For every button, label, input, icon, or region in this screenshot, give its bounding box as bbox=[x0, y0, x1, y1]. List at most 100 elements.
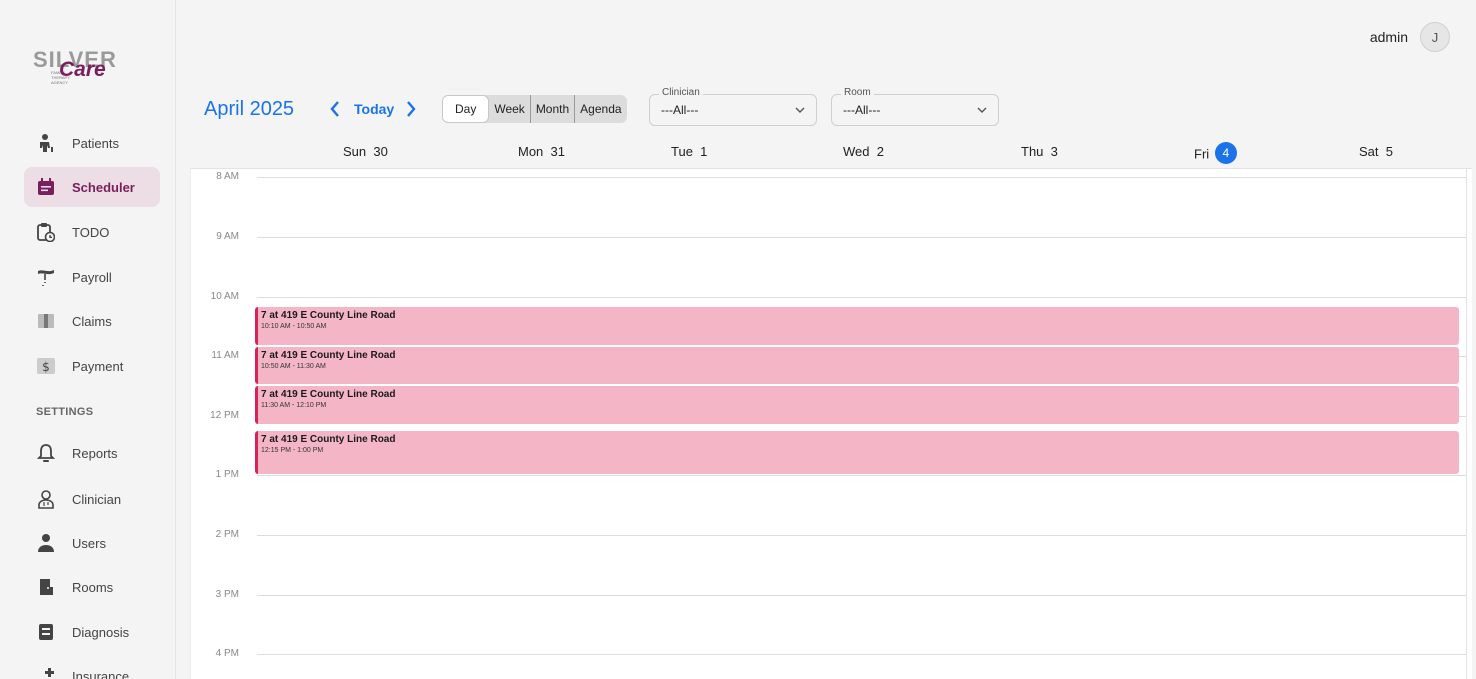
file-icon bbox=[34, 309, 58, 333]
brand-logo[interactable]: SILVER FAMILY THERAPY AGENCY Care bbox=[33, 47, 133, 91]
day-header-dow: Thu bbox=[1021, 144, 1044, 159]
day-header-fri[interactable]: Fri 4 bbox=[1194, 142, 1237, 166]
calendar-event[interactable]: 7 at 419 E County Line Road 12:15 PM - 1… bbox=[255, 431, 1459, 474]
user-icon bbox=[34, 531, 58, 555]
event-time: 12:15 PM - 1:00 PM bbox=[261, 447, 324, 454]
sidebar-item-patients[interactable]: Patients bbox=[24, 123, 160, 163]
sidebar-item-label: Diagnosis bbox=[72, 624, 130, 640]
day-header-dow: Fri bbox=[1194, 146, 1210, 162]
day-header-thu[interactable]: Thu 3 bbox=[1021, 144, 1058, 159]
month-title: April 2025 bbox=[204, 98, 295, 120]
today-button[interactable]: Today bbox=[354, 101, 394, 117]
event-title: 7 at 419 E County Line Road bbox=[261, 389, 396, 400]
clinician-select[interactable]: Clinician ---All--- bbox=[649, 87, 817, 126]
day-header-sat[interactable]: Sat 5 bbox=[1359, 144, 1393, 159]
day-header-date: 3 bbox=[1050, 144, 1058, 159]
user-menu[interactable]: admin J bbox=[1370, 22, 1450, 52]
event-title: 7 at 419 E County Line Road bbox=[261, 434, 396, 445]
event-time: 10:10 AM - 10:50 AM bbox=[261, 323, 327, 330]
avatar[interactable]: J bbox=[1420, 22, 1450, 52]
diagnosis-icon bbox=[34, 620, 58, 644]
view-month-button[interactable]: Month bbox=[531, 95, 576, 123]
today-date-badge: 4 bbox=[1214, 142, 1237, 164]
sidebar-item-reports[interactable]: Reports bbox=[24, 433, 160, 473]
hour-label: 1 PM bbox=[215, 469, 239, 480]
sidebar-item-payment[interactable]: $ Payment bbox=[24, 346, 160, 386]
view-switcher: Day Week Month Agenda bbox=[442, 95, 627, 123]
time-grid[interactable]: 8 AM 9 AM 10 AM 11 AM 12 PM 1 PM 2 PM 3 … bbox=[190, 168, 1472, 679]
room-select[interactable]: Room ---All--- bbox=[831, 87, 999, 126]
day-header-date: 1 bbox=[700, 144, 708, 159]
sidebar-item-diagnosis[interactable]: Diagnosis bbox=[24, 612, 160, 652]
clinician-select-value: ---All--- bbox=[661, 103, 699, 117]
hour-label: 8 AM bbox=[216, 171, 239, 182]
sidebar-item-label: TODO bbox=[72, 224, 110, 240]
calendar-event[interactable]: 7 at 419 E County Line Road 10:50 AM - 1… bbox=[255, 347, 1459, 384]
calendar-event[interactable]: 7 at 419 E County Line Road 11:30 AM - 1… bbox=[255, 386, 1459, 424]
money-hand-icon bbox=[34, 265, 58, 289]
sidebar-item-label: Users bbox=[72, 535, 106, 551]
hour-line bbox=[257, 297, 1466, 298]
day-header-date: 31 bbox=[550, 144, 565, 159]
event-time: 11:30 AM - 12:10 PM bbox=[261, 402, 327, 409]
logo-care: Care bbox=[59, 58, 106, 81]
prev-arrow-icon[interactable] bbox=[328, 98, 342, 126]
hour-label: 4 PM bbox=[215, 648, 239, 659]
day-header-date: 5 bbox=[1385, 144, 1393, 159]
day-header-tue[interactable]: Tue 1 bbox=[671, 144, 707, 159]
hour-line bbox=[257, 177, 1466, 178]
sidebar: SILVER FAMILY THERAPY AGENCY Care Patien… bbox=[0, 0, 176, 679]
sidebar-item-label: Payroll bbox=[72, 269, 112, 285]
event-title: 7 at 419 E County Line Road bbox=[261, 350, 396, 361]
hour-label: 2 PM bbox=[215, 529, 239, 540]
sidebar-item-label: Reports bbox=[72, 445, 118, 461]
view-agenda-button[interactable]: Agenda bbox=[575, 95, 626, 123]
hour-label: 10 AM bbox=[210, 291, 239, 302]
calendar-icon bbox=[34, 175, 58, 199]
sidebar-item-payroll[interactable]: Payroll bbox=[24, 257, 160, 297]
day-header-sun[interactable]: Sun 30 bbox=[343, 144, 388, 159]
hour-line bbox=[257, 475, 1466, 476]
next-arrow-icon[interactable] bbox=[404, 98, 418, 126]
sidebar-item-users[interactable]: Users bbox=[24, 523, 160, 563]
event-time: 10:50 AM - 11:30 AM bbox=[261, 363, 326, 370]
room-select-value: ---All--- bbox=[843, 103, 881, 117]
hour-label: 9 AM bbox=[216, 231, 239, 242]
day-header-mon[interactable]: Mon 31 bbox=[518, 144, 565, 159]
calendar-event[interactable]: 7 at 419 E County Line Road 10:10 AM - 1… bbox=[255, 307, 1459, 345]
svg-text:$: $ bbox=[42, 360, 50, 374]
sidebar-item-label: Scheduler bbox=[72, 179, 135, 195]
chevron-down-icon bbox=[795, 107, 805, 113]
hour-label: 11 AM bbox=[211, 350, 239, 361]
view-day-button[interactable]: Day bbox=[442, 95, 490, 123]
grid-scrollbar[interactable] bbox=[1466, 169, 1472, 679]
doctor-icon bbox=[34, 487, 58, 511]
day-header-dow: Sat bbox=[1359, 144, 1379, 159]
day-header-dow: Tue bbox=[671, 144, 693, 159]
sidebar-item-todo[interactable]: TODO bbox=[24, 212, 160, 252]
sidebar-item-rooms[interactable]: Rooms bbox=[24, 567, 160, 607]
chevron-down-icon bbox=[977, 107, 987, 113]
app-root: SILVER FAMILY THERAPY AGENCY Care Patien… bbox=[0, 0, 1476, 679]
view-week-button[interactable]: Week bbox=[489, 95, 531, 123]
hour-line bbox=[257, 654, 1466, 655]
hour-label: 3 PM bbox=[215, 589, 239, 600]
day-header-dow: Sun bbox=[343, 144, 367, 159]
sidebar-item-claims[interactable]: Claims bbox=[24, 301, 160, 341]
dollar-icon: $ bbox=[34, 354, 58, 378]
event-title: 7 at 419 E County Line Road bbox=[261, 310, 396, 321]
insurance-icon bbox=[34, 664, 58, 679]
sidebar-item-scheduler[interactable]: Scheduler bbox=[24, 167, 160, 207]
day-header-date: 2 bbox=[876, 144, 884, 159]
day-header-wed[interactable]: Wed 2 bbox=[843, 144, 884, 159]
sidebar-item-label: Claims bbox=[72, 313, 112, 329]
settings-header: SETTINGS bbox=[36, 406, 94, 418]
clinician-select-label: Clinician bbox=[659, 87, 703, 98]
sidebar-item-insurance[interactable]: Insurance bbox=[24, 656, 160, 679]
room-select-label: Room bbox=[841, 87, 874, 98]
sidebar-item-clinician[interactable]: Clinician bbox=[24, 479, 160, 519]
hour-line bbox=[257, 237, 1466, 238]
sidebar-item-label: Payment bbox=[72, 358, 124, 374]
sidebar-item-label: Rooms bbox=[72, 579, 114, 595]
user-name: admin bbox=[1369, 29, 1408, 45]
